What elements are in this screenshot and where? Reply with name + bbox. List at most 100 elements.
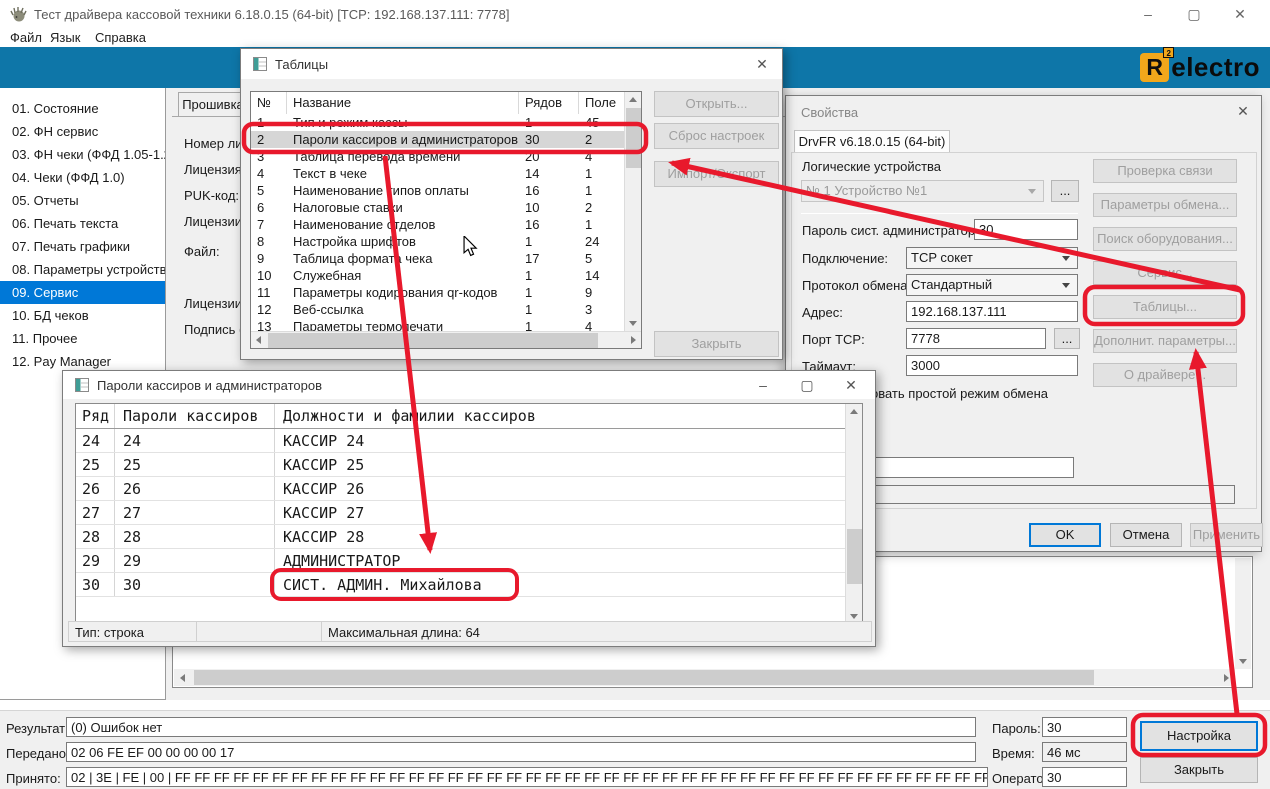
tcp-port-more-button[interactable]: ... (1054, 328, 1080, 349)
sidebar-item-6[interactable]: 06. Печать текста (0, 212, 165, 235)
cell[interactable]: 25 (115, 453, 275, 476)
address-input[interactable]: 192.168.137.111 (906, 301, 1078, 322)
cell[interactable]: СИСТ. АДМИН. Михайлова (275, 573, 846, 596)
scroll-right-icon[interactable] (631, 336, 636, 344)
cell[interactable]: 30 (76, 573, 115, 596)
device-combo[interactable]: № 1 Устройство №1 (801, 180, 1044, 202)
received-field[interactable]: 02 | 3E | FE | 00 | FF FF FF FF FF FF FF… (66, 767, 988, 787)
reset-settings-button[interactable]: Сброс настроек (654, 123, 779, 149)
tcp-port-input[interactable]: 7778 (906, 328, 1046, 349)
col-number[interactable]: № (251, 92, 287, 114)
cell[interactable]: КАССИР 27 (275, 501, 846, 524)
cell[interactable]: 27 (76, 501, 115, 524)
horizontal-scrollbar[interactable] (174, 669, 1235, 686)
tables-row-10[interactable]: 10Служебная114 (251, 267, 625, 284)
side-button-4[interactable]: Сервис... (1093, 261, 1237, 285)
maximize-button[interactable]: ▢ (1171, 0, 1217, 28)
vertical-scrollbar[interactable] (1235, 558, 1251, 669)
apply-button[interactable]: Применить (1190, 523, 1263, 547)
side-button-3[interactable]: Поиск оборудования... (1093, 227, 1237, 251)
scroll-right-icon[interactable] (1224, 674, 1229, 682)
close-icon[interactable]: ✕ (839, 374, 863, 396)
scroll-left-icon[interactable] (256, 336, 261, 344)
tab-drvfr[interactable]: DrvFR v6.18.0.15 (64-bit) (794, 130, 950, 153)
cell[interactable]: КАССИР 26 (275, 477, 846, 500)
minimize-icon[interactable]: – (751, 374, 775, 396)
tables-row-5[interactable]: 5Наименование типов оплаты161 (251, 182, 625, 199)
timeout-input[interactable]: 3000 (906, 355, 1078, 376)
cell[interactable]: 27 (115, 501, 275, 524)
tables-row-1[interactable]: 1Тип и режим кассы145 (251, 114, 625, 131)
protocol-combo[interactable]: Стандартный (906, 274, 1078, 296)
tables-row-6[interactable]: 6Налоговые ставки102 (251, 199, 625, 216)
sent-field[interactable]: 02 06 FE EF 00 00 00 00 17 (66, 742, 976, 762)
scroll-thumb[interactable] (268, 333, 598, 348)
col-fields[interactable]: Поле (579, 92, 625, 114)
tables-close-button[interactable]: Закрыть (654, 331, 779, 357)
sidebar-item-3[interactable]: 03. ФН чеки (ФФД 1.05-1.2) (0, 143, 165, 166)
side-button-5-tables[interactable]: Таблицы... (1093, 295, 1237, 319)
minimize-button[interactable]: – (1125, 0, 1171, 28)
password-row-27[interactable]: 2727КАССИР 27 (76, 501, 846, 525)
tab-firmware[interactable]: Прошивка (178, 92, 248, 117)
password-row-25[interactable]: 2525КАССИР 25 (76, 453, 846, 477)
cell[interactable]: 26 (76, 477, 115, 500)
scroll-down-icon[interactable] (629, 321, 637, 326)
scroll-up-icon[interactable] (850, 409, 858, 414)
scroll-thumb[interactable] (626, 108, 641, 168)
passwords-vertical-scrollbar[interactable] (845, 404, 862, 624)
sidebar-item-1[interactable]: 01. Состояние (0, 97, 165, 120)
side-button-6[interactable]: Дополнит. параметры... (1093, 329, 1237, 353)
settings-properties-button[interactable]: Настройка свойств (1140, 721, 1258, 751)
import-export-button[interactable]: Импорт/Экспорт (654, 161, 779, 187)
open-button[interactable]: Открыть... (654, 91, 779, 117)
sidebar-item-4[interactable]: 04. Чеки (ФФД 1.0) (0, 166, 165, 189)
password-row-30[interactable]: 3030СИСТ. АДМИН. Михайлова (76, 573, 846, 597)
tables-horizontal-scrollbar[interactable] (251, 331, 641, 348)
tables-row-4[interactable]: 4Текст в чеке141 (251, 165, 625, 182)
tables-row-9[interactable]: 9Таблица формата чека175 (251, 250, 625, 267)
cell[interactable]: 29 (115, 549, 275, 572)
main-close-button[interactable]: Закрыть (1140, 757, 1258, 783)
sidebar-item-9[interactable]: 09. Сервис (0, 281, 165, 304)
menu-language[interactable]: Язык (50, 30, 80, 45)
result-field[interactable]: (0) Ошибок нет (66, 717, 976, 737)
connection-combo[interactable]: TCP сокет (906, 247, 1078, 269)
password-row-24[interactable]: 2424КАССИР 24 (76, 429, 846, 453)
tables-vertical-scrollbar[interactable] (624, 92, 641, 331)
password-row-29[interactable]: 2929АДМИНИСТРАТОР (76, 549, 846, 573)
operator-field[interactable]: 30 (1042, 767, 1127, 787)
tables-row-2[interactable]: 2Пароли кассиров и администраторов302 (251, 131, 625, 148)
tables-row-3[interactable]: 3Таблица перевода времени204 (251, 148, 625, 165)
password-field[interactable]: 30 (1042, 717, 1127, 737)
scroll-thumb[interactable] (194, 670, 1094, 685)
cell[interactable]: 24 (115, 429, 275, 452)
sidebar-item-8[interactable]: 08. Параметры устройства (0, 258, 165, 281)
side-button-7[interactable]: О драйвере... (1093, 363, 1237, 387)
password-row-26[interactable]: 2626КАССИР 26 (76, 477, 846, 501)
side-button-1[interactable]: Проверка связи (1093, 159, 1237, 183)
cell[interactable]: КАССИР 28 (275, 525, 846, 548)
sidebar-item-2[interactable]: 02. ФН сервис (0, 120, 165, 143)
tables-row-12[interactable]: 12Веб-ссылка13 (251, 301, 625, 318)
scroll-thumb[interactable] (847, 529, 862, 584)
cell[interactable]: 26 (115, 477, 275, 500)
cell[interactable]: АДМИНИСТРАТОР (275, 549, 846, 572)
admin-password-input[interactable]: 30 (974, 219, 1078, 240)
cell[interactable]: 24 (76, 429, 115, 452)
tables-row-7[interactable]: 7Наименование отделов161 (251, 216, 625, 233)
cell[interactable]: 28 (115, 525, 275, 548)
side-button-2[interactable]: Параметры обмена... (1093, 193, 1237, 217)
cell[interactable]: 25 (76, 453, 115, 476)
col-rows[interactable]: Рядов (519, 92, 579, 114)
scroll-down-icon[interactable] (1239, 659, 1247, 664)
sidebar-item-10[interactable]: 10. БД чеков (0, 304, 165, 327)
cell[interactable]: КАССИР 25 (275, 453, 846, 476)
sidebar-item-11[interactable]: 11. Прочее (0, 327, 165, 350)
ok-button[interactable]: OK (1029, 523, 1101, 547)
sidebar-item-7[interactable]: 07. Печать графики (0, 235, 165, 258)
tables-close-icon[interactable]: ✕ (750, 53, 774, 75)
tables-row-11[interactable]: 11Параметры кодирования qr-кодов19 (251, 284, 625, 301)
scroll-down-icon[interactable] (850, 614, 858, 619)
cell[interactable]: 30 (115, 573, 275, 596)
